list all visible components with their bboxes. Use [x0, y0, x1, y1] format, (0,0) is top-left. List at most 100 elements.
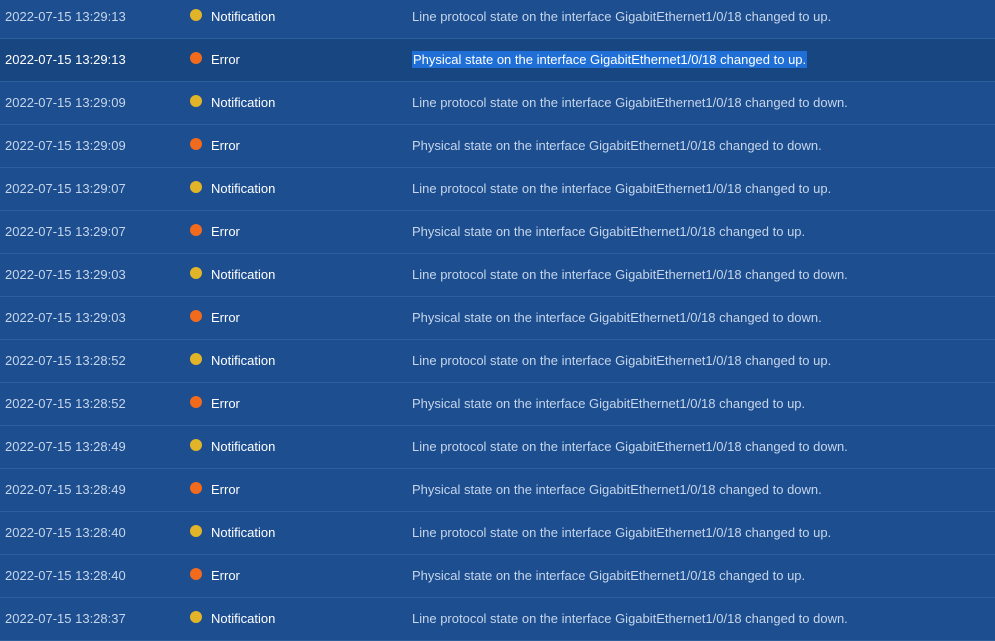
log-timestamp: 2022-07-15 13:28:40 [5, 525, 126, 540]
log-timestamp: 2022-07-15 13:29:07 [5, 224, 126, 239]
log-message: Physical state on the interface GigabitE… [412, 125, 822, 167]
log-message-text: Line protocol state on the interface Gig… [412, 267, 848, 282]
log-message: Line protocol state on the interface Gig… [412, 0, 831, 38]
log-message-text: Line protocol state on the interface Gig… [412, 611, 848, 626]
orange-dot-icon [190, 567, 202, 580]
yellow-dot-icon [190, 94, 202, 107]
log-level-label: Error [211, 138, 240, 153]
log-message: Physical state on the interface GigabitE… [412, 555, 805, 597]
log-timestamp: 2022-07-15 13:28:52 [5, 396, 126, 411]
log-level-label: Error [211, 310, 240, 325]
log-message-text: Physical state on the interface GigabitE… [412, 310, 822, 325]
log-level-label: Notification [211, 611, 276, 626]
log-message: Line protocol state on the interface Gig… [412, 82, 848, 124]
log-message-text: Line protocol state on the interface Gig… [412, 181, 832, 196]
log-timestamp: 2022-07-15 13:29:09 [5, 95, 126, 110]
orange-dot-icon [190, 481, 202, 494]
log-message: Line protocol state on the interface Gig… [412, 254, 848, 296]
yellow-dot-icon [190, 610, 202, 623]
log-timestamp: 2022-07-15 13:28:49 [5, 439, 126, 454]
log-level: Error [190, 297, 240, 339]
log-message: Line protocol state on the interface Gig… [412, 168, 831, 210]
log-level-label: Notification [211, 267, 276, 282]
log-message-text: Line protocol state on the interface Gig… [412, 439, 848, 454]
log-row[interactable]: 2022-07-15 13:29:13 Notification Line pr… [0, 0, 995, 39]
log-level: Notification [190, 254, 275, 296]
log-message-text: Line protocol state on the interface Gig… [412, 353, 832, 368]
log-level: Error [190, 383, 240, 425]
log-level-label: Error [211, 52, 240, 67]
log-level: Notification [190, 168, 275, 210]
yellow-dot-icon [190, 352, 202, 365]
log-message: Physical state on the interface GigabitE… [412, 469, 822, 511]
yellow-dot-icon [190, 524, 202, 537]
log-level: Error [190, 125, 240, 167]
yellow-dot-icon [190, 438, 202, 451]
log-row[interactable]: 2022-07-15 13:28:40 Error Physical state… [0, 555, 995, 598]
log-message-text-selected: Physical state on the interface GigabitE… [412, 51, 808, 68]
log-row[interactable]: 2022-07-15 13:28:40 Notification Line pr… [0, 512, 995, 555]
log-timestamp: 2022-07-15 13:29:07 [5, 181, 126, 196]
log-timestamp: 2022-07-15 13:28:52 [5, 353, 126, 368]
log-level: Notification [190, 426, 275, 468]
log-level-label: Notification [211, 9, 276, 24]
log-timestamp: 2022-07-15 13:29:09 [5, 138, 126, 153]
log-level-label: Notification [211, 439, 276, 454]
log-row[interactable]: 2022-07-15 13:29:09 Error Physical state… [0, 125, 995, 168]
log-row[interactable]: 2022-07-15 13:29:09 Notification Line pr… [0, 82, 995, 125]
log-message: Physical state on the interface GigabitE… [412, 211, 805, 253]
log-level-label: Notification [211, 181, 276, 196]
log-level: Notification [190, 512, 275, 554]
log-level: Notification [190, 598, 275, 640]
log-message-text: Physical state on the interface GigabitE… [412, 568, 806, 583]
log-row[interactable]: 2022-07-15 13:29:07 Error Physical state… [0, 211, 995, 254]
log-timestamp: 2022-07-15 13:28:49 [5, 482, 126, 497]
log-message-text: Physical state on the interface GigabitE… [412, 396, 806, 411]
log-level: Notification [190, 0, 275, 38]
log-message: Line protocol state on the interface Gig… [412, 512, 831, 554]
log-row[interactable]: 2022-07-15 13:29:03 Notification Line pr… [0, 254, 995, 297]
log-row[interactable]: 2022-07-15 13:28:52 Notification Line pr… [0, 340, 995, 383]
log-level-label: Notification [211, 525, 276, 540]
log-message: Line protocol state on the interface Gig… [412, 340, 831, 382]
log-level: Error [190, 39, 240, 81]
log-timestamp: 2022-07-15 13:29:13 [5, 9, 126, 24]
log-timestamp: 2022-07-15 13:29:13 [5, 52, 126, 67]
orange-dot-icon [190, 395, 202, 408]
log-message-text: Physical state on the interface GigabitE… [412, 224, 806, 239]
orange-dot-icon [190, 309, 202, 322]
orange-dot-icon [190, 223, 202, 236]
log-message: Line protocol state on the interface Gig… [412, 426, 848, 468]
log-level: Error [190, 469, 240, 511]
log-timestamp: 2022-07-15 13:29:03 [5, 267, 126, 282]
log-row[interactable]: 2022-07-15 13:29:03 Error Physical state… [0, 297, 995, 340]
log-message-text: Line protocol state on the interface Gig… [412, 9, 832, 24]
log-message: Physical state on the interface GigabitE… [412, 383, 805, 425]
log-message-text: Physical state on the interface GigabitE… [412, 138, 822, 153]
log-level-label: Notification [211, 353, 276, 368]
log-row[interactable]: 2022-07-15 13:28:37 Notification Line pr… [0, 598, 995, 641]
log-level: Error [190, 555, 240, 597]
log-level-label: Notification [211, 95, 276, 110]
yellow-dot-icon [190, 8, 202, 21]
log-row[interactable]: 2022-07-15 13:28:49 Notification Line pr… [0, 426, 995, 469]
log-level: Error [190, 211, 240, 253]
log-timestamp: 2022-07-15 13:28:37 [5, 611, 126, 626]
orange-dot-icon [190, 137, 202, 150]
log-row[interactable]: 2022-07-15 13:28:52 Error Physical state… [0, 383, 995, 426]
log-level: Notification [190, 82, 275, 124]
log-message: Line protocol state on the interface Gig… [412, 598, 848, 640]
log-level-label: Error [211, 224, 240, 239]
log-row[interactable]: 2022-07-15 13:29:07 Notification Line pr… [0, 168, 995, 211]
log-message-text: Line protocol state on the interface Gig… [412, 95, 848, 110]
log-timestamp: 2022-07-15 13:28:40 [5, 568, 126, 583]
log-row-selected[interactable]: 2022-07-15 13:29:13 Error Physical state… [0, 39, 995, 82]
yellow-dot-icon [190, 266, 202, 279]
log-row[interactable]: 2022-07-15 13:28:49 Error Physical state… [0, 469, 995, 512]
log-message: Physical state on the interface GigabitE… [412, 297, 822, 339]
log-level: Notification [190, 340, 275, 382]
log-level-label: Error [211, 568, 240, 583]
log-message: Physical state on the interface GigabitE… [412, 39, 808, 81]
log-level-label: Error [211, 396, 240, 411]
log-timestamp: 2022-07-15 13:29:03 [5, 310, 126, 325]
